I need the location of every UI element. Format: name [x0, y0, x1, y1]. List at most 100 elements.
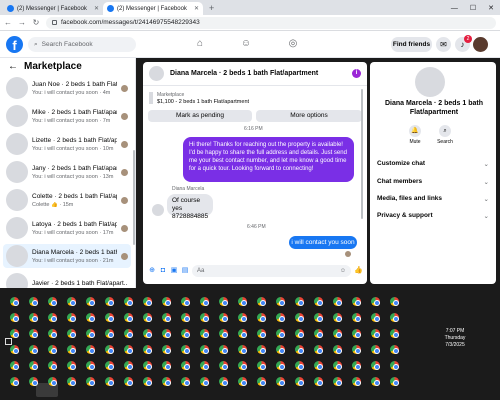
- customize-chat-item[interactable]: Customize chat ⌄: [377, 160, 489, 168]
- incoming-message[interactable]: Of course yes 8728884885: [167, 194, 213, 220]
- chrome-taskbar-icon[interactable]: [352, 377, 361, 386]
- chrome-taskbar-icon[interactable]: [200, 345, 209, 354]
- chrome-taskbar-icon[interactable]: [10, 377, 19, 386]
- chrome-taskbar-icon[interactable]: [124, 329, 133, 338]
- chrome-taskbar-icon[interactable]: [29, 297, 38, 306]
- chrome-taskbar-icon[interactable]: [10, 361, 19, 370]
- chrome-taskbar-icon[interactable]: [390, 297, 399, 306]
- chrome-taskbar-icon[interactable]: [10, 345, 19, 354]
- messenger-icon[interactable]: ✉: [436, 37, 451, 52]
- chrome-taskbar-icon[interactable]: [67, 361, 76, 370]
- add-icon[interactable]: ⊕: [148, 267, 156, 275]
- mark-pending-button[interactable]: Mark as pending: [148, 110, 252, 122]
- chat-members-item[interactable]: Chat members ⌄: [377, 178, 489, 186]
- close-window-icon[interactable]: ✕: [488, 2, 494, 15]
- chrome-taskbar-icon[interactable]: [314, 361, 323, 370]
- minimize-icon[interactable]: —: [451, 2, 458, 15]
- chrome-taskbar-icon[interactable]: [124, 313, 133, 322]
- chrome-taskbar-icon[interactable]: [333, 361, 342, 370]
- chrome-taskbar-icon[interactable]: [219, 377, 228, 386]
- conversation-item[interactable]: Javier · 2 beds 1 bath Flat/apart...: [3, 272, 131, 288]
- chrome-taskbar-icon[interactable]: [48, 329, 57, 338]
- chrome-taskbar-icon[interactable]: [333, 345, 342, 354]
- conversation-item[interactable]: Jany · 2 beds 1 bath Flat/apartm...You: …: [3, 160, 131, 184]
- browser-tab-2[interactable]: (2) Messenger | Facebook ✕: [103, 2, 203, 15]
- chrome-taskbar-icon[interactable]: [352, 345, 361, 354]
- chrome-taskbar-icon[interactable]: [29, 345, 38, 354]
- chrome-taskbar-icon[interactable]: [29, 313, 38, 322]
- chrome-taskbar-icon[interactable]: [162, 345, 171, 354]
- chrome-taskbar-icon[interactable]: [371, 329, 380, 338]
- conversation-item[interactable]: Juan Noe · 2 beds 1 bath Flat/apart...Yo…: [3, 76, 131, 100]
- chrome-taskbar-icon[interactable]: [219, 313, 228, 322]
- conversation-item[interactable]: Latoya · 2 beds 1 bath Flat/apart...You:…: [3, 216, 131, 240]
- chrome-taskbar-icon[interactable]: [295, 313, 304, 322]
- chrome-taskbar-icon[interactable]: [86, 345, 95, 354]
- chrome-taskbar-icon[interactable]: [257, 361, 266, 370]
- chrome-taskbar-icon[interactable]: [105, 345, 114, 354]
- chrome-taskbar-icon[interactable]: [67, 345, 76, 354]
- media-files-links-item[interactable]: Media, files and links ⌄: [377, 195, 489, 203]
- profile-avatar[interactable]: [473, 37, 488, 52]
- image-icon[interactable]: ▣: [170, 267, 178, 275]
- chrome-taskbar-icon[interactable]: [181, 297, 190, 306]
- find-friends-button[interactable]: Find friends: [391, 37, 432, 52]
- chrome-taskbar-icon[interactable]: [105, 313, 114, 322]
- back-arrow-icon[interactable]: ←: [8, 61, 18, 72]
- outgoing-message[interactable]: i will contact you soon: [289, 236, 357, 249]
- chrome-taskbar-icon[interactable]: [105, 377, 114, 386]
- chrome-taskbar-icon[interactable]: [314, 329, 323, 338]
- chrome-taskbar-icon[interactable]: [86, 329, 95, 338]
- site-info-icon[interactable]: [52, 20, 57, 25]
- chrome-taskbar-icon[interactable]: [86, 297, 95, 306]
- chrome-taskbar-icon[interactable]: [29, 329, 38, 338]
- home-icon[interactable]: ⌂: [194, 38, 206, 50]
- chrome-taskbar-icon[interactable]: [124, 297, 133, 306]
- chrome-taskbar-icon[interactable]: [352, 313, 361, 322]
- chrome-taskbar-icon[interactable]: [10, 313, 19, 322]
- chrome-taskbar-icon[interactable]: [181, 377, 190, 386]
- chrome-taskbar-icon[interactable]: [257, 377, 266, 386]
- chrome-taskbar-icon[interactable]: [10, 297, 19, 306]
- search-input[interactable]: ⌕ Search Facebook: [28, 37, 136, 52]
- forward-icon[interactable]: →: [18, 18, 26, 27]
- windows-start-icon[interactable]: [5, 338, 12, 345]
- chrome-taskbar-icon[interactable]: [86, 361, 95, 370]
- privacy-support-item[interactable]: Privacy & support ⌄: [377, 212, 489, 220]
- chat-title[interactable]: Diana Marcela · 2 beds 1 bath Flat/apart…: [170, 70, 346, 77]
- chrome-taskbar-icon[interactable]: [162, 297, 171, 306]
- chrome-taskbar-icon[interactable]: [238, 313, 247, 322]
- chat-scrollbar[interactable]: [361, 89, 363, 219]
- chrome-taskbar-icon[interactable]: [86, 313, 95, 322]
- chrome-taskbar-icon[interactable]: [219, 329, 228, 338]
- facebook-logo[interactable]: f: [6, 36, 23, 53]
- chrome-taskbar-icon[interactable]: [124, 345, 133, 354]
- chrome-taskbar-icon[interactable]: [238, 329, 247, 338]
- chrome-taskbar-icon[interactable]: [276, 377, 285, 386]
- chrome-taskbar-icon[interactable]: [238, 345, 247, 354]
- sidebar-scrollbar[interactable]: [133, 150, 135, 245]
- chrome-taskbar-icon[interactable]: [314, 345, 323, 354]
- chrome-taskbar-icon[interactable]: [105, 361, 114, 370]
- chrome-taskbar-icon[interactable]: [390, 377, 399, 386]
- conversation-item[interactable]: Colette · 2 beds 1 bath Flat/apar...Cole…: [3, 188, 131, 212]
- emoji-icon[interactable]: ☺: [340, 265, 346, 277]
- close-tab-icon[interactable]: ✕: [194, 5, 199, 12]
- chrome-taskbar-icon[interactable]: [333, 297, 342, 306]
- search-conversation-button[interactable]: ⌕ Search: [436, 125, 454, 145]
- camera-icon[interactable]: ◘: [159, 267, 167, 275]
- like-icon[interactable]: 👍: [354, 267, 363, 275]
- message-input[interactable]: Aa ☺: [192, 265, 351, 277]
- chrome-taskbar-icon[interactable]: [181, 361, 190, 370]
- chrome-taskbar-icon[interactable]: [200, 329, 209, 338]
- new-tab-icon[interactable]: +: [203, 2, 220, 15]
- chrome-taskbar-icon[interactable]: [257, 297, 266, 306]
- chrome-taskbar-icon[interactable]: [295, 361, 304, 370]
- marketplace-icon[interactable]: ◎: [287, 38, 299, 50]
- conversation-item[interactable]: Lizette · 2 beds 1 bath Flat/apart...You…: [3, 132, 131, 156]
- chrome-taskbar-icon[interactable]: [162, 313, 171, 322]
- chrome-taskbar-icon[interactable]: [181, 345, 190, 354]
- chrome-taskbar-icon[interactable]: [219, 361, 228, 370]
- chrome-taskbar-icon[interactable]: [181, 313, 190, 322]
- chrome-taskbar-icon[interactable]: [371, 377, 380, 386]
